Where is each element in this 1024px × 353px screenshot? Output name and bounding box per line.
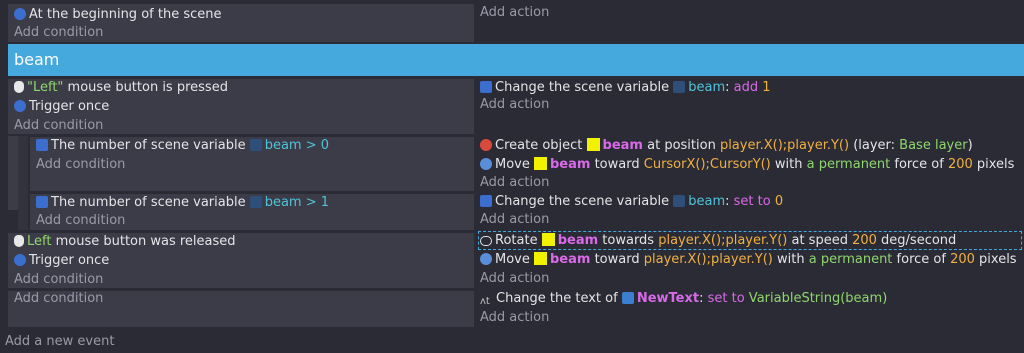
variable-icon bbox=[36, 139, 48, 151]
trigger-once-icon bbox=[14, 254, 26, 266]
action-change-variable[interactable]: Change the scene variable beam: set to 0 bbox=[480, 193, 783, 211]
add-condition-link[interactable]: Add condition bbox=[14, 290, 103, 308]
move-icon bbox=[480, 253, 492, 265]
action-move-toward[interactable]: Move beam toward player.X();player.Y() w… bbox=[480, 251, 1017, 269]
add-action-link[interactable]: Add action bbox=[480, 4, 549, 22]
variable-icon bbox=[480, 81, 492, 93]
variable-icon bbox=[673, 81, 686, 93]
add-action-link[interactable]: Add action bbox=[480, 174, 549, 192]
mouse-icon bbox=[14, 235, 24, 247]
action-move-toward[interactable]: Move beam toward CursorX();CursorY() wit… bbox=[480, 156, 1014, 174]
text-icon: ʌt bbox=[480, 296, 490, 307]
add-action-link[interactable]: Add action bbox=[480, 309, 549, 327]
condition-scene-start[interactable]: At the beginning of the scene bbox=[14, 6, 221, 24]
action-change-text[interactable]: ʌt Change the text of NewText: set to Var… bbox=[480, 290, 887, 308]
condition-trigger-once[interactable]: Trigger once bbox=[14, 98, 109, 116]
create-object-icon bbox=[480, 139, 492, 151]
add-action-link[interactable]: Add action bbox=[480, 211, 549, 229]
condition-compare-variable[interactable]: The number of scene variable beam > 0 bbox=[36, 137, 329, 155]
add-condition-link[interactable]: Add condition bbox=[36, 156, 125, 174]
rotate-icon bbox=[480, 236, 492, 246]
move-icon bbox=[480, 158, 492, 170]
object-thumbnail bbox=[534, 157, 547, 170]
object-thumbnail bbox=[534, 252, 547, 265]
condition-trigger-once[interactable]: Trigger once bbox=[14, 252, 109, 270]
condition-compare-variable[interactable]: The number of scene variable beam > 1 bbox=[36, 194, 329, 212]
add-condition-link[interactable]: Add condition bbox=[14, 24, 103, 42]
add-condition-link[interactable]: Add condition bbox=[14, 117, 103, 135]
variable-icon bbox=[249, 139, 262, 151]
variable-icon bbox=[673, 195, 686, 207]
text-object-icon bbox=[621, 292, 634, 304]
add-condition-link[interactable]: Add condition bbox=[36, 212, 125, 230]
add-action-link[interactable]: Add action bbox=[480, 96, 549, 114]
group-header-beam[interactable]: beam bbox=[8, 44, 1024, 76]
action-rotate-toward[interactable]: Rotate beam towards player.X();player.Y(… bbox=[480, 232, 956, 250]
action-create-object[interactable]: Create object beam at position player.X(… bbox=[480, 137, 973, 155]
action-change-variable[interactable]: Change the scene variable beam: add 1 bbox=[480, 79, 771, 97]
subevent-indent-bar bbox=[8, 136, 18, 210]
add-action-link[interactable]: Add action bbox=[480, 270, 549, 288]
variable-icon bbox=[36, 196, 48, 208]
group-title: beam bbox=[14, 50, 60, 69]
add-new-event-link[interactable]: Add a new event bbox=[5, 333, 114, 351]
condition-mouse-pressed[interactable]: "Left" mouse button is pressed bbox=[14, 79, 228, 97]
scene-start-icon bbox=[14, 8, 26, 20]
object-thumbnail bbox=[541, 233, 555, 246]
mouse-icon bbox=[14, 81, 24, 93]
add-condition-link[interactable]: Add condition bbox=[14, 271, 103, 289]
subevent-indent-bar bbox=[18, 136, 28, 230]
variable-icon bbox=[480, 195, 492, 207]
variable-icon bbox=[249, 196, 262, 208]
trigger-once-icon bbox=[14, 100, 26, 112]
condition-mouse-released[interactable]: Left mouse button was released bbox=[14, 233, 236, 251]
object-thumbnail bbox=[586, 138, 600, 151]
